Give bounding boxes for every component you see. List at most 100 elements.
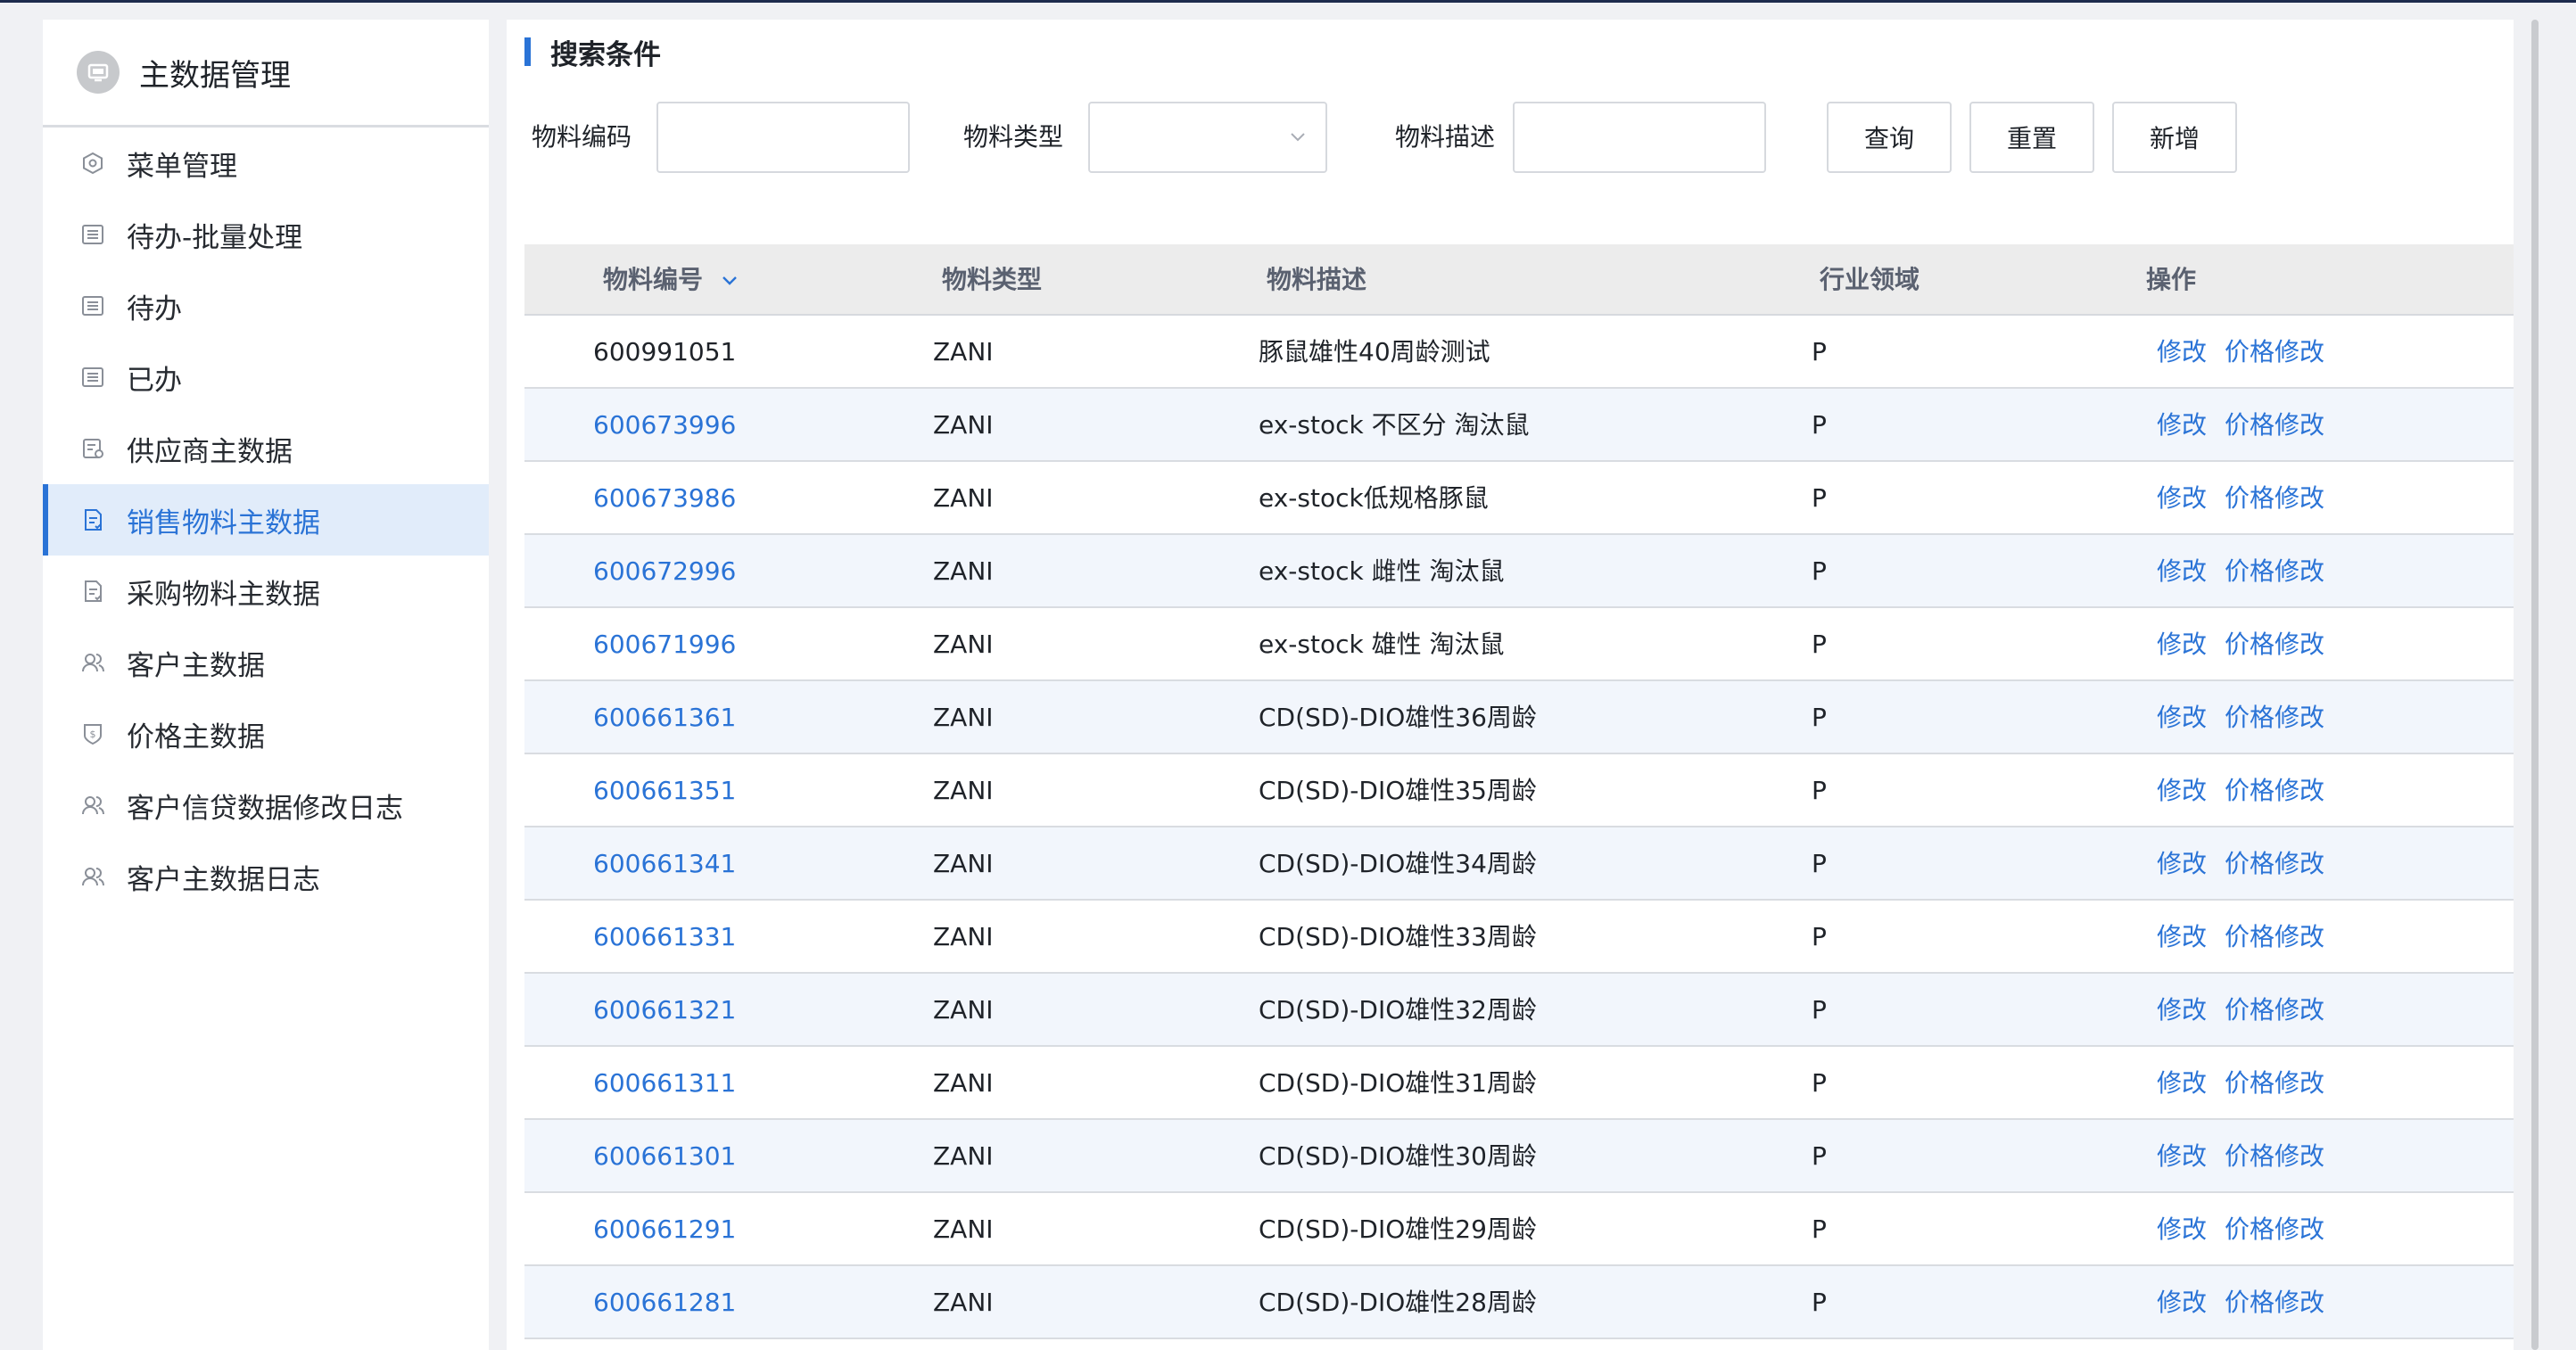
table-row: 600661291 ZANI CD(SD)-DIO雄性29周龄 P 修改 价格修改 (524, 1193, 2514, 1266)
table-row: 600991051 ZANI 豚鼠雄性40周龄测试 P 修改 价格修改 (524, 316, 2514, 389)
users-icon (78, 648, 107, 677)
svg-text:$: $ (90, 729, 96, 740)
scrollbar[interactable] (2531, 20, 2539, 1350)
cell-code[interactable]: 600661311 (593, 1047, 736, 1120)
cell-code[interactable]: 600671996 (593, 608, 736, 681)
cell-code[interactable]: 600661341 (593, 827, 736, 901)
material-desc-input[interactable] (1513, 102, 1766, 173)
cell-code[interactable]: 600661321 (593, 974, 736, 1047)
price-edit-link[interactable]: 价格修改 (2225, 556, 2324, 586)
sort-chevron-down-icon[interactable] (719, 269, 740, 291)
sidebar-item[interactable]: 采购物料主数据 (43, 556, 489, 627)
edit-link[interactable]: 修改 (2157, 995, 2207, 1025)
add-button[interactable]: 新增 (2112, 102, 2237, 173)
cell-industry: P (1812, 410, 1827, 440)
edit-link[interactable]: 修改 (2157, 630, 2207, 659)
cell-industry: P (1812, 703, 1827, 732)
sidebar-item-label: 客户信贷数据修改日志 (127, 792, 403, 825)
material-type-select[interactable] (1088, 102, 1327, 173)
app-logo-icon (77, 51, 120, 94)
cell-actions: 修改 价格修改 (2157, 316, 2324, 389)
sidebar-item[interactable]: 销售物料主数据 (43, 484, 489, 556)
table-row: 600661331 ZANI CD(SD)-DIO雄性33周龄 P 修改 价格修改 (524, 901, 2514, 974)
cell-industry: P (1812, 556, 1827, 586)
edit-link[interactable]: 修改 (2157, 1214, 2207, 1244)
sidebar-item[interactable]: 菜单管理 (43, 128, 489, 199)
cell-industry: P (1812, 849, 1827, 878)
sidebar-item[interactable]: 客户主数据日志 (43, 841, 489, 912)
price-edit-link[interactable]: 价格修改 (2225, 703, 2324, 732)
query-button[interactable]: 查询 (1827, 102, 1952, 173)
material-code-input[interactable] (656, 102, 910, 173)
cell-code[interactable]: 600661281 (593, 1266, 736, 1339)
edit-link[interactable]: 修改 (2157, 556, 2207, 586)
edit-link[interactable]: 修改 (2157, 776, 2207, 805)
sidebar-item-label: 客户主数据 (127, 649, 265, 682)
cell-actions: 修改 价格修改 (2157, 827, 2324, 901)
price-edit-link[interactable]: 价格修改 (2225, 1288, 2324, 1317)
cell-type: ZANI (933, 776, 994, 805)
cell-code[interactable]: 600661301 (593, 1120, 736, 1193)
edit-link[interactable]: 修改 (2157, 849, 2207, 878)
edit-link[interactable]: 修改 (2157, 703, 2207, 732)
sidebar-header: 主数据管理 (43, 20, 489, 128)
price-edit-link[interactable]: 价格修改 (2225, 1068, 2324, 1098)
sidebar-item[interactable]: 待办-批量处理 (43, 199, 489, 270)
price-edit-link[interactable]: 价格修改 (2225, 1141, 2324, 1171)
cell-code[interactable]: 600661291 (593, 1193, 736, 1266)
cell-type: ZANI (933, 630, 994, 659)
sidebar-item-label: 菜单管理 (127, 150, 237, 183)
col-header-code[interactable]: 物料编号 (603, 244, 740, 316)
edit-link[interactable]: 修改 (2157, 1141, 2207, 1171)
supplier-doc-icon (78, 434, 107, 463)
cell-desc: ex-stock低规格豚鼠 (1259, 483, 1489, 513)
cell-type: ZANI (933, 703, 994, 732)
sidebar-item[interactable]: 待办 (43, 270, 489, 342)
table-row: 600661361 ZANI CD(SD)-DIO雄性36周龄 P 修改 价格修改 (524, 681, 2514, 754)
cell-code[interactable]: 600661331 (593, 901, 736, 974)
cell-code[interactable]: 600661361 (593, 681, 736, 754)
list-icon (78, 292, 107, 320)
price-edit-link[interactable]: 价格修改 (2225, 922, 2324, 951)
edit-link[interactable]: 修改 (2157, 1288, 2207, 1317)
price-edit-link[interactable]: 价格修改 (2225, 1214, 2324, 1244)
cell-industry: P (1812, 483, 1827, 513)
reset-button[interactable]: 重置 (1969, 102, 2094, 173)
cell-type: ZANI (933, 1214, 994, 1244)
price-edit-link[interactable]: 价格修改 (2225, 995, 2324, 1025)
table-row: 600673996 ZANI ex-stock 不区分 淘汰鼠 P 修改 价格修改 (524, 389, 2514, 462)
edit-link[interactable]: 修改 (2157, 337, 2207, 366)
price-edit-link[interactable]: 价格修改 (2225, 410, 2324, 440)
cell-code[interactable]: 600661351 (593, 754, 736, 827)
sidebar-item[interactable]: $ 价格主数据 (43, 698, 489, 770)
cell-type: ZANI (933, 337, 994, 366)
sidebar-item[interactable]: 供应商主数据 (43, 413, 489, 484)
sidebar-item[interactable]: 客户信贷数据修改日志 (43, 770, 489, 841)
cell-code[interactable]: 600673996 (593, 389, 736, 462)
price-edit-link[interactable]: 价格修改 (2225, 337, 2324, 366)
cell-desc: CD(SD)-DIO雄性28周龄 (1259, 1288, 1537, 1317)
cell-code[interactable]: 600672996 (593, 535, 736, 608)
sidebar-item-label: 供应商主数据 (127, 435, 293, 468)
price-shield-icon: $ (78, 720, 107, 748)
sidebar-item[interactable]: 已办 (43, 342, 489, 413)
cell-actions: 修改 价格修改 (2157, 608, 2324, 681)
sidebar-item[interactable]: 客户主数据 (43, 627, 489, 698)
cell-desc: ex-stock 雌性 淘汰鼠 (1259, 556, 1505, 586)
document-icon (78, 577, 107, 605)
cell-industry: P (1812, 1288, 1827, 1317)
price-edit-link[interactable]: 价格修改 (2225, 483, 2324, 513)
sidebar-item-label: 采购物料主数据 (127, 578, 320, 611)
cell-type: ZANI (933, 410, 994, 440)
edit-link[interactable]: 修改 (2157, 410, 2207, 440)
price-edit-link[interactable]: 价格修改 (2225, 776, 2324, 805)
cell-actions: 修改 价格修改 (2157, 462, 2324, 535)
cell-desc: CD(SD)-DIO雄性35周龄 (1259, 776, 1537, 805)
edit-link[interactable]: 修改 (2157, 483, 2207, 513)
edit-link[interactable]: 修改 (2157, 922, 2207, 951)
price-edit-link[interactable]: 价格修改 (2225, 849, 2324, 878)
edit-link[interactable]: 修改 (2157, 1068, 2207, 1098)
cell-type: ZANI (933, 1288, 994, 1317)
price-edit-link[interactable]: 价格修改 (2225, 630, 2324, 659)
cell-code[interactable]: 600673986 (593, 462, 736, 535)
